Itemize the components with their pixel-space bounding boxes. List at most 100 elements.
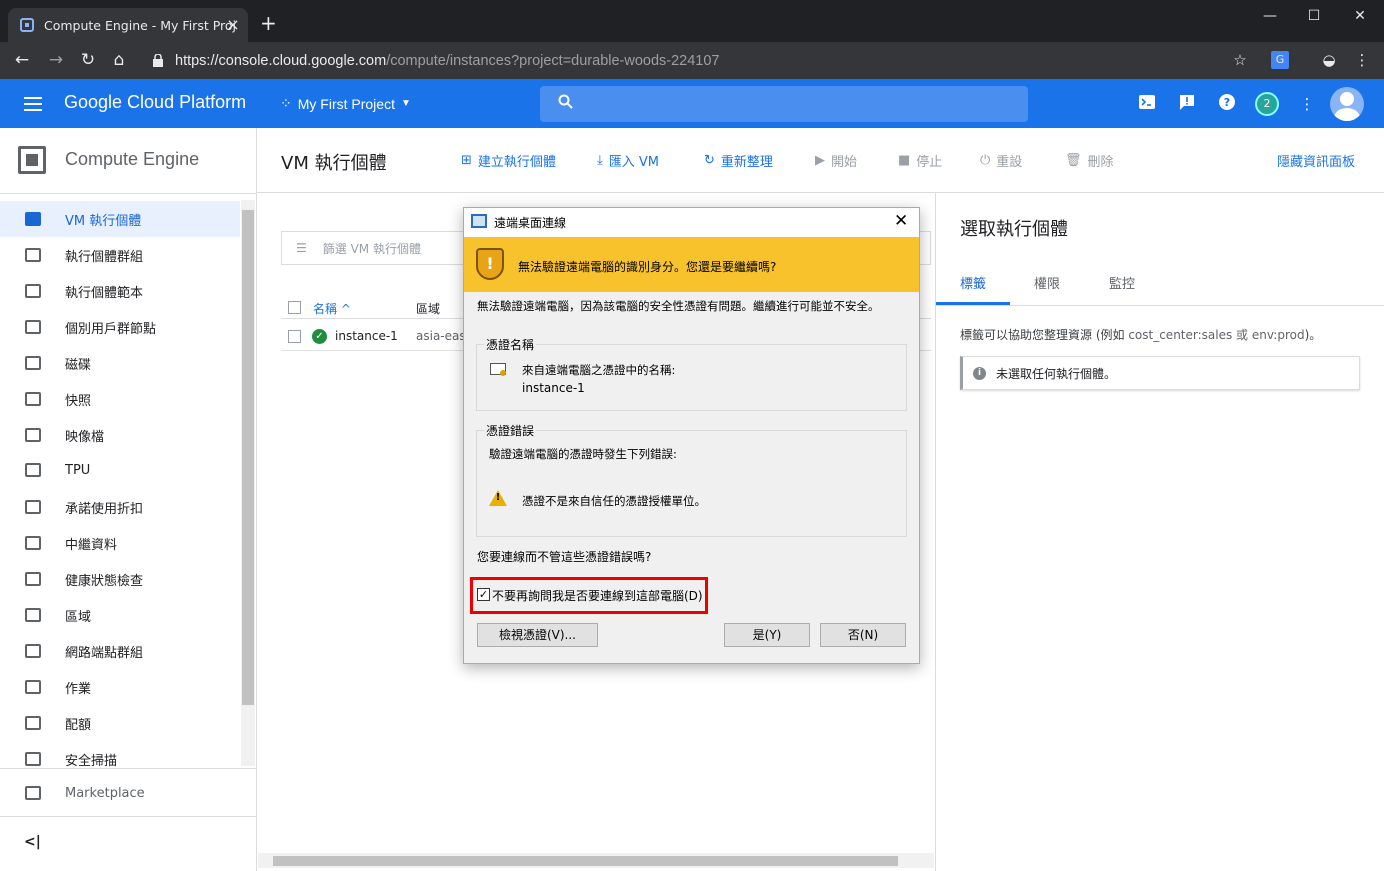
sidebar-item-label: 網路端點群組 [65,645,144,661]
sidebar-item-label: 快照 [65,393,92,409]
new-tab-icon[interactable]: + [260,13,277,33]
import-vm-button[interactable]: ⤓ 匯入 VM [597,151,659,170]
warning-triangle-mark: ! [495,492,501,503]
collapse-sidebar-icon[interactable]: <| [24,834,41,850]
reload-icon[interactable]: ↻ [78,50,98,70]
import-icon: ⤓ [597,153,603,168]
more-vert-icon[interactable]: ⋮ [1296,93,1318,115]
dialog-title: 遠端桌面連線 [494,216,567,230]
minimize-icon[interactable]: — [1258,6,1282,26]
disk-icon [25,356,41,370]
sidebar-item-marketplace[interactable]: Marketplace [0,775,240,811]
search-input[interactable] [540,86,1028,122]
avatar[interactable] [1330,87,1364,121]
sidebar-item-instance-groups[interactable]: 執行個體群組 [0,237,240,273]
incognito-icon[interactable]: ◒ [1318,50,1340,70]
snapshot-icon [25,392,41,406]
dont-ask-again-label[interactable]: 不要再詢問我是否要連線到這部電腦(D) [492,587,703,604]
forward-icon[interactable]: → [46,50,66,70]
refresh-icon: ↻ [704,153,715,168]
image-icon [25,428,41,442]
operations-icon [25,680,41,694]
reset-button[interactable]: ⏻ 重設 [980,151,1022,170]
view-certificate-button[interactable]: 檢視憑證(V)... [477,623,598,647]
create-instance-label: 建立執行個體 [477,155,556,170]
dialog-close-icon[interactable]: ✕ [894,211,908,231]
create-instance-button[interactable]: ⊞ 建立執行個體 [461,151,556,170]
hide-info-panel-link[interactable]: 隱藏資訊面板 [1277,151,1355,170]
sidebar-item-security-scans[interactable]: 安全掃描 [0,741,240,777]
bookmark-star-icon[interactable]: ☆ [1229,50,1251,70]
window-close-icon[interactable]: ✕ [1348,6,1372,26]
sidebar-item-images[interactable]: 映像檔 [0,417,240,453]
start-label: 開始 [831,155,858,170]
warning-shield-icon: ! [476,248,504,280]
url-field[interactable]: https://console.cloud.google.com/compute… [150,48,1260,74]
project-selector[interactable]: ⁘ My First Project ▼ [280,95,411,112]
metadata-icon [25,536,41,550]
select-all-checkbox[interactable] [288,301,301,314]
delete-button[interactable]: 🗑 刪除 [1065,151,1114,170]
sidebar-item-instance-templates[interactable]: 執行個體範本 [0,273,240,309]
cloud-shell-icon[interactable] [1136,93,1158,115]
browser-tab[interactable]: Compute Engine - My First Proj [8,8,248,42]
column-header-name[interactable]: 名稱 ^ [313,300,351,317]
sidebar-item-label: 執行個體群組 [65,249,144,265]
refresh-button[interactable]: ↻ 重新整理 [704,151,773,170]
no-selection-text: 未選取任何執行個體。 [996,366,1117,381]
sidebar-item-label: VM 執行個體 [65,213,142,229]
tab-title: Compute Engine - My First Proj [44,17,237,33]
no-selection-info: i 未選取任何執行個體。 [960,356,1360,390]
project-dots-icon: ⁘ [280,95,292,111]
percent-icon [25,500,41,514]
row-checkbox[interactable] [288,330,301,343]
import-vm-label: 匯入 VM [608,155,659,170]
home-icon[interactable]: ⌂ [109,50,129,70]
instance-name[interactable]: instance-1 [335,329,398,343]
gcp-brand[interactable]: Google Cloud Platform [64,92,246,113]
horizontal-scrollbar-thumb[interactable] [273,856,898,866]
sidebar-item-network-endpoint-groups[interactable]: 網路端點群組 [0,633,240,669]
sidebar-item-disks[interactable]: 磁碟 [0,345,240,381]
yes-button[interactable]: 是(Y) [724,623,810,647]
sidebar-item-vm-instances[interactable]: VM 執行個體 [0,201,240,237]
back-icon[interactable]: ← [12,50,32,70]
column-header-zone[interactable]: 區域 [416,300,440,317]
chrome-menu-icon[interactable]: ⋮ [1351,50,1373,70]
no-button[interactable]: 否(N) [820,623,906,647]
sidebar-scrollbar-thumb[interactable] [242,210,254,705]
sidebar-item-metadata[interactable]: 中繼資料 [0,525,240,561]
sidebar-divider [0,768,257,769]
sidebar-item-zones[interactable]: 區域 [0,597,240,633]
sidebar-item-health-checks[interactable]: 健康狀態檢查 [0,561,240,597]
sidebar-item-snapshots[interactable]: 快照 [0,381,240,417]
sidebar-item-label: 中繼資料 [65,537,118,553]
sidebar-item-label: 承諾使用折扣 [65,501,144,517]
dont-ask-again-checkbox[interactable]: ✓ [477,588,490,601]
info-icon: i [973,366,986,380]
sidebar-item-quotas[interactable]: 配額 [0,705,240,741]
power-icon: ⏻ [980,153,991,168]
sidebar-item-label: 磁碟 [65,357,92,373]
translate-extension-icon[interactable]: G [1271,51,1289,69]
tab-close-icon[interactable]: × [224,16,242,34]
sidebar-item-sole-tenant-nodes[interactable]: 個別用戶群節點 [0,309,240,345]
dialog-description: 無法驗證遠端電腦，因為該電腦的安全性憑證有問題。繼續進行可能並不安全。 [477,299,880,313]
hamburger-menu-icon[interactable] [24,97,42,111]
add-box-icon: ⊞ [461,153,472,168]
feedback-icon[interactable] [1176,93,1198,115]
help-icon[interactable]: ? [1216,93,1238,115]
tab-labels[interactable]: 標籤 [960,273,986,292]
notifications-badge[interactable]: 2 [1255,92,1279,116]
maximize-icon[interactable]: ☐ [1302,6,1326,26]
instance-group-icon [25,248,41,262]
stop-button[interactable]: ■ 停止 [898,151,942,170]
sidebar-item-operations[interactable]: 作業 [0,669,240,705]
sidebar-item-committed-use[interactable]: 承諾使用折扣 [0,489,240,525]
tab-permissions[interactable]: 權限 [1034,273,1060,292]
sidebar-item-tpu[interactable]: TPU [0,452,240,488]
tab-monitoring[interactable]: 監控 [1109,273,1135,292]
sidebar-item-label: 個別用戶群節點 [65,321,157,337]
start-button[interactable]: ▶ 開始 [815,151,857,170]
reset-label: 重設 [996,155,1023,170]
